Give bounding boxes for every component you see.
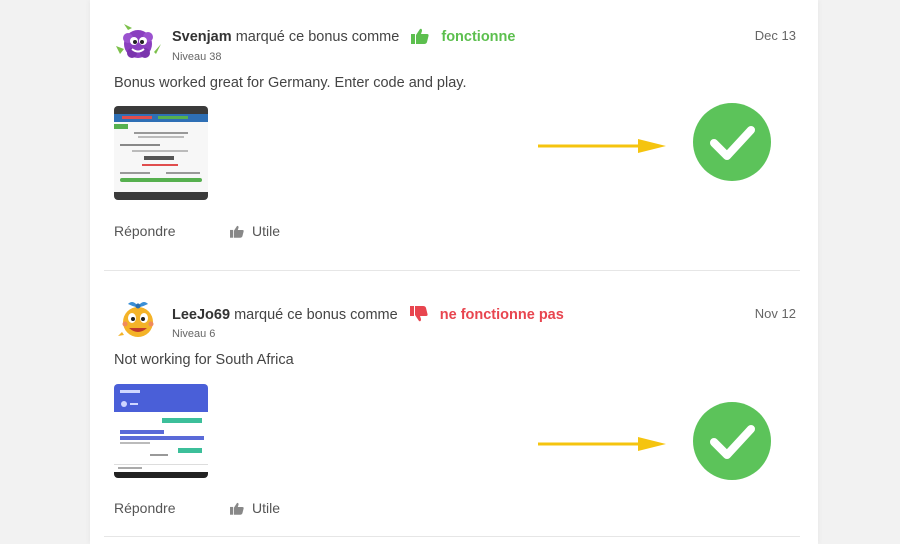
- purple-monster-avatar-icon[interactable]: [114, 24, 162, 64]
- yellow-arrow-icon: [538, 139, 668, 153]
- user-level: Niveau 38: [172, 51, 222, 63]
- thumbs-up-icon: [230, 502, 244, 515]
- thumbs-down-icon: [409, 306, 428, 326]
- review-date: Dec 13: [754, 28, 796, 43]
- user-level: Niveau 6: [172, 328, 216, 340]
- review-actions: Répondre Utile: [114, 500, 280, 516]
- status-works-label: fonctionne: [441, 29, 516, 45]
- username-link[interactable]: LeeJo69: [172, 307, 230, 323]
- reply-button[interactable]: Répondre: [114, 500, 176, 516]
- review-date: Nov 12: [754, 306, 796, 321]
- divider: [104, 536, 800, 537]
- thumbs-up-icon: [411, 28, 429, 48]
- divider: [104, 270, 800, 271]
- username-link[interactable]: Svenjam: [172, 29, 232, 45]
- review-actions: Répondre Utile: [114, 223, 280, 239]
- review-comment: Bonus worked great for Germany. Enter co…: [114, 75, 467, 91]
- green-checkmark-icon: [692, 401, 772, 481]
- screenshot-thumbnail[interactable]: [114, 384, 208, 478]
- useful-label: Utile: [252, 223, 281, 239]
- reply-button[interactable]: Répondre: [114, 223, 176, 239]
- review-headline: LeeJo69 marqué ce bonus comme ne fonctio…: [172, 306, 564, 326]
- yellow-arrow-icon: [538, 437, 668, 451]
- reviews-card: Svenjam marqué ce bonus comme fonctionne…: [90, 0, 818, 544]
- screenshot-thumbnail[interactable]: [114, 106, 208, 200]
- status-not-works-label: ne fonctionne pas: [439, 307, 564, 323]
- action-text: marqué ce bonus comme: [235, 29, 400, 45]
- useful-button[interactable]: Utile: [230, 500, 280, 516]
- review-item: LeeJo69 marqué ce bonus comme ne fonctio…: [90, 272, 818, 544]
- useful-label: Utile: [252, 500, 281, 516]
- useful-button[interactable]: Utile: [230, 223, 280, 239]
- action-text: marqué ce bonus comme: [234, 307, 398, 323]
- review-comment: Not working for South Africa: [114, 352, 294, 368]
- green-checkmark-icon: [692, 102, 772, 182]
- yellow-cartoon-face-avatar-icon[interactable]: [114, 298, 162, 338]
- thumbs-up-icon: [230, 225, 244, 238]
- review-headline: Svenjam marqué ce bonus comme fonctionne: [172, 28, 515, 48]
- review-item: Svenjam marqué ce bonus comme fonctionne…: [90, 0, 818, 270]
